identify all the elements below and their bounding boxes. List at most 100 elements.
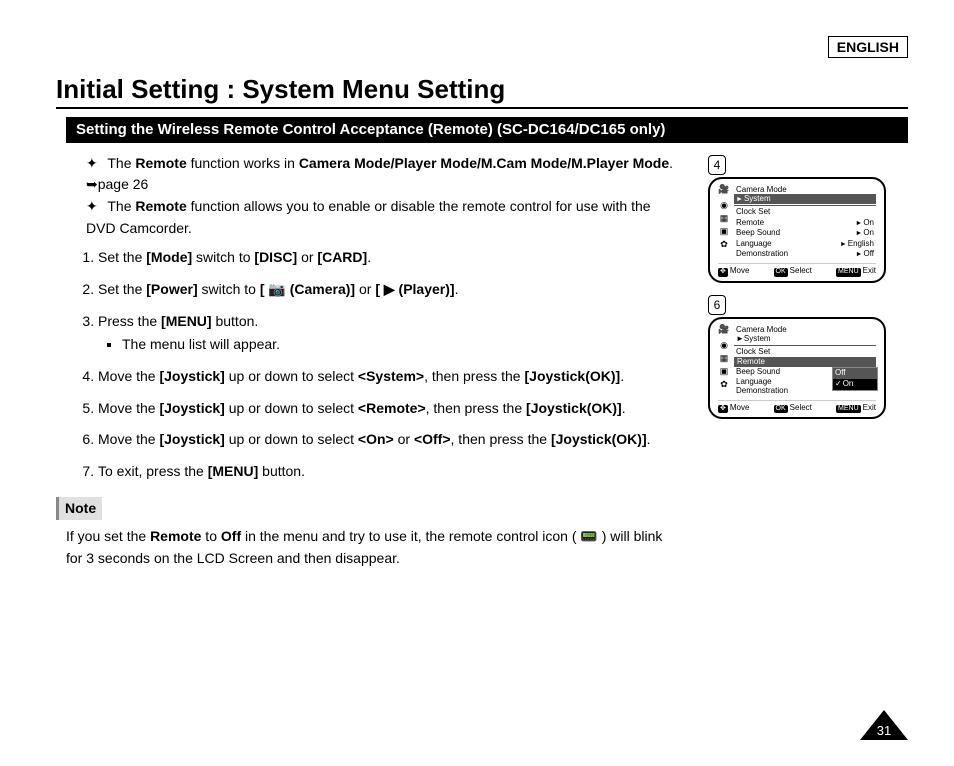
text: to <box>201 528 220 544</box>
sub-item: The menu list will appear. <box>122 334 682 356</box>
menu-row: Beep SoundOn <box>734 228 876 238</box>
disc-icon: ◉ <box>720 341 728 352</box>
camera-icon: 🎥 <box>718 185 729 196</box>
menu-value: English <box>840 239 874 249</box>
intro-item: The Remote function works in Camera Mode… <box>86 153 682 196</box>
text: button. <box>258 463 305 479</box>
camera-icon: 🎥 <box>718 325 729 336</box>
main-text-column: The Remote function works in Camera Mode… <box>56 153 682 570</box>
text: switch to <box>192 249 254 265</box>
step-item: Set the [Mode] switch to [DISC] or [CARD… <box>98 247 682 269</box>
text: switch to <box>198 281 260 297</box>
title-rule <box>56 107 908 109</box>
steps-list: Set the [Mode] switch to [DISC] or [CARD… <box>98 247 682 483</box>
menu-label: Remote <box>729 357 765 367</box>
text-bold: [CARD] <box>317 249 367 265</box>
menu-row-system: ►System <box>734 334 876 344</box>
text: up or down to select <box>225 431 358 447</box>
text: . <box>622 400 626 416</box>
text: function works in <box>187 155 299 171</box>
step-reference-6: 6 <box>708 295 726 315</box>
lcd-screen-6: 🎥 ◉ ▦ ▣ ✿ Camera Mode ►System Clock Set … <box>708 317 886 419</box>
text-bold: [ 📷 (Camera)] <box>260 281 355 297</box>
intro-list: The Remote function works in Camera Mode… <box>86 153 682 240</box>
lcd-illustrations-column: 4 🎥 ◉ ▦ ▣ ✿ Camera Mode System Clock Set… <box>708 153 908 570</box>
text: The <box>107 155 135 171</box>
text-bold: Remote <box>135 198 186 214</box>
hint-move: Move <box>730 266 750 275</box>
text-bold: <Off> <box>414 431 451 447</box>
text-bold: [Joystick(OK)] <box>551 431 647 447</box>
page-number: 31 <box>860 723 908 738</box>
menu-icon: MENU <box>836 268 861 276</box>
menu-label: Beep Sound <box>736 228 780 238</box>
text: or <box>355 281 375 297</box>
menu-value: Off <box>856 249 874 259</box>
text-bold: <On> <box>358 431 394 447</box>
text-bold: [ ▶ (Player)] <box>375 281 454 297</box>
text: Press the <box>98 313 161 329</box>
text-bold: <Remote> <box>358 400 426 416</box>
text: . <box>620 368 624 384</box>
menu-label: Beep Sound <box>736 367 780 377</box>
text-bold: Remote <box>150 528 201 544</box>
text: , then press the <box>424 368 524 384</box>
text: up or down to select <box>225 400 358 416</box>
step-item: To exit, press the [MENU] button. <box>98 461 682 483</box>
text: , then press the <box>426 400 526 416</box>
system-icon: ✿ <box>720 380 728 391</box>
menu-label: ►System <box>736 334 771 344</box>
text: or <box>297 249 317 265</box>
menu-label: Remote <box>736 218 764 228</box>
dpad-icon: ✥ <box>718 405 728 413</box>
text: . <box>367 249 371 265</box>
menu-label: System <box>736 194 771 204</box>
text-bold: [MENU] <box>208 463 259 479</box>
hint-select: Select <box>790 266 812 275</box>
language-tag: ENGLISH <box>828 36 908 58</box>
text-bold: Off <box>221 528 241 544</box>
lcd-footer: ✥Move OKSelect MENUExit <box>718 263 876 278</box>
memory-icon: ▦ <box>720 214 729 225</box>
system-icon: ✿ <box>720 240 728 251</box>
text: Move the <box>98 431 159 447</box>
menu-value <box>873 207 874 217</box>
menu-row: LanguageEnglish <box>734 239 876 249</box>
text: Set the <box>98 281 146 297</box>
text: button. <box>212 313 259 329</box>
menu-row-highlighted: Remote <box>734 357 876 367</box>
page-title: Initial Setting : System Menu Setting <box>56 74 908 105</box>
text-bold: [Joystick(OK)] <box>525 368 621 384</box>
menu-value: On <box>855 218 874 228</box>
step-item: Press the [MENU] button. The menu list w… <box>98 311 682 356</box>
ok-icon: OK <box>774 268 788 276</box>
text: . <box>647 431 651 447</box>
text: Move the <box>98 368 159 384</box>
ok-icon: OK <box>774 405 788 413</box>
text-bold: Camera Mode/Player Mode/M.Cam Mode/M.Pla… <box>299 155 669 171</box>
text: To exit, press the <box>98 463 208 479</box>
menu-row: Clock Set <box>734 347 876 357</box>
text-bold: <System> <box>358 368 424 384</box>
text-bold: [DISC] <box>254 249 297 265</box>
text: up or down to select <box>225 368 358 384</box>
hint-select: Select <box>790 403 812 412</box>
menu-row: Demonstration Off <box>734 249 876 259</box>
menu-row: Clock Set <box>734 207 876 217</box>
dpad-icon: ✥ <box>718 268 728 276</box>
text-bold: [Mode] <box>146 249 192 265</box>
menu-label: Demonstration <box>736 249 788 259</box>
text: or <box>394 431 414 447</box>
text: . <box>455 281 459 297</box>
step-item: Set the [Power] switch to [ 📷 (Camera)] … <box>98 279 682 301</box>
lcd-footer: ✥Move OKSelect MENUExit <box>718 400 876 415</box>
text-bold: [Power] <box>146 281 197 297</box>
text: Set the <box>98 249 146 265</box>
note-text: If you set the Remote to Off in the menu… <box>66 526 682 569</box>
hint-exit: Exit <box>863 266 876 275</box>
text-bold: [Joystick] <box>159 400 224 416</box>
option-popup: Off On <box>832 367 878 391</box>
step-item: Move the [Joystick] up or down to select… <box>98 398 682 420</box>
step-item: Move the [Joystick] up or down to select… <box>98 366 682 388</box>
menu-label: Demonstration <box>736 386 788 396</box>
